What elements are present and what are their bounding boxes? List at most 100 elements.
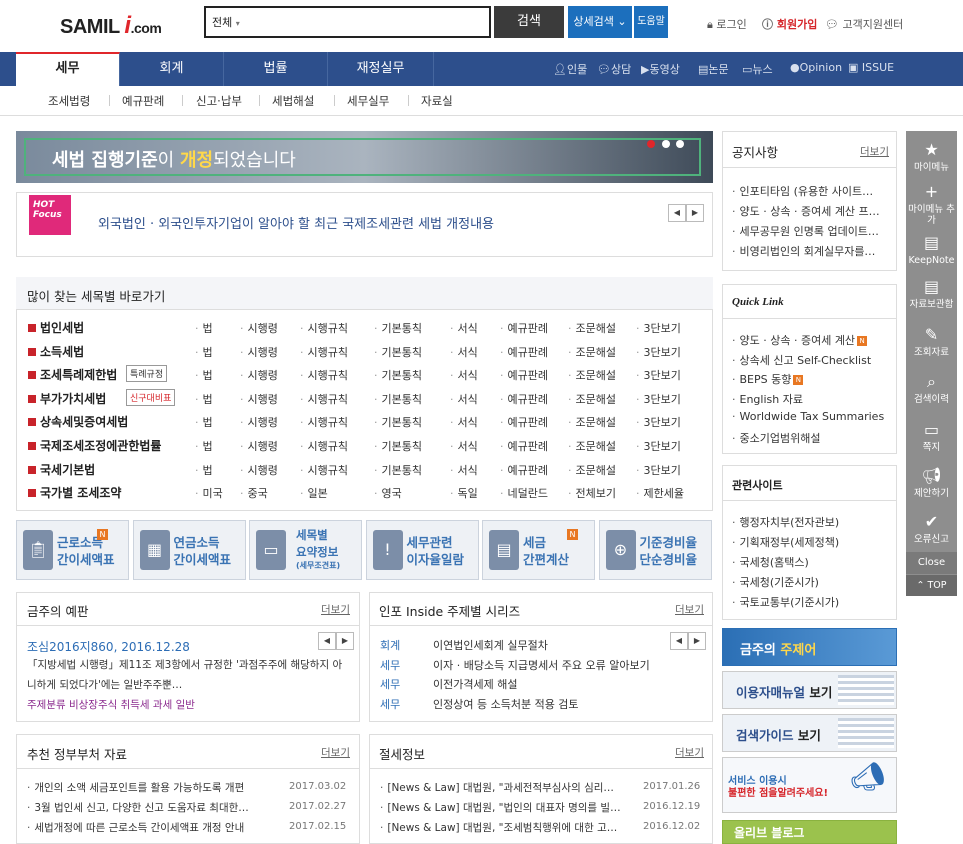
search-scope-select[interactable]: 전체 ▾ (204, 6, 491, 38)
quick-sidebar-close[interactable]: Close (906, 552, 957, 574)
tax-link[interactable]: 서식 (450, 391, 478, 407)
inside-series-item[interactable]: 이연법인세회계 실무절차 (433, 637, 548, 653)
tax-link[interactable]: 3단보기 (636, 462, 681, 478)
subnav-tax-laws[interactable]: 조세법령 (48, 93, 90, 109)
nav-issue[interactable]: ▣ ISSUE (848, 61, 894, 74)
tax-link[interactable]: 서식 (450, 367, 478, 383)
quick-side-0[interactable]: ★ 마이메뉴 (906, 140, 957, 173)
tax-link[interactable]: 시행규칙 (300, 414, 348, 430)
quick-link-item[interactable]: 상속세 신고 Self-Checklist (732, 352, 872, 368)
gov-docs-more[interactable]: 더보기 (321, 745, 350, 760)
login-link[interactable]: 🔒︎ 로그인 (707, 16, 747, 32)
back-to-top-button[interactable]: ⌃ TOP (906, 575, 957, 596)
nav-opinion[interactable]: ●Opinion (790, 61, 842, 74)
tax-link[interactable]: 법 (195, 414, 213, 430)
banner-dot-active[interactable] (647, 140, 655, 148)
tax-link[interactable]: 기본통칙 (374, 414, 422, 430)
related-site-item[interactable]: 국토교통부(기준시가) (732, 594, 840, 610)
tax-link[interactable]: 기본통칙 (374, 462, 422, 478)
notice-item[interactable]: 비영리법인의 회계실무자를… (732, 243, 876, 259)
join-link[interactable]: ⓘ 회원가입 (762, 16, 817, 32)
tax-link[interactable]: 시행규칙 (300, 344, 348, 360)
related-site-item[interactable]: 행정자치부(전자관보) (732, 514, 840, 530)
tax-link[interactable]: 3단보기 (636, 344, 681, 360)
quick-icon-0[interactable]: 📋︎ 근로소득 간이세액표 N (16, 520, 129, 580)
tax-link[interactable]: 3단보기 (636, 414, 681, 430)
tax-link[interactable]: 3단보기 (636, 367, 681, 383)
tax-link[interactable]: 3단보기 (636, 320, 681, 336)
tax-link[interactable]: 시행규칙 (300, 320, 348, 336)
inside-series-more[interactable]: 더보기 (675, 602, 704, 617)
prev-arrow-icon[interactable]: ◀ (668, 204, 686, 222)
next-arrow-icon[interactable]: ▶ (688, 632, 706, 650)
tax-link[interactable]: 예규판례 (500, 344, 548, 360)
gov-doc-item[interactable]: 세법개정에 따른 근로소득 간이세액표 개정 안내 (27, 820, 244, 835)
weekly-case-desc-line1[interactable]: 「지방세법 시행령」제11조 제3항에서 규정한 '과점주주에 해당하지 아 (27, 657, 342, 672)
tax-link[interactable]: 시행령 (240, 414, 278, 430)
tax-link[interactable]: 예규판례 (500, 462, 548, 478)
tax-link[interactable]: 조문해설 (568, 462, 616, 478)
quick-side-8[interactable]: ✔ 오류신고 (906, 512, 957, 545)
tax-link[interactable]: 서식 (450, 414, 478, 430)
tax-link[interactable]: 예규판례 (500, 414, 548, 430)
tax-link[interactable]: 기본통칙 (374, 344, 422, 360)
tax-link[interactable]: 조문해설 (568, 438, 616, 454)
tax-link[interactable]: 조문해설 (568, 391, 616, 407)
quick-side-5[interactable]: ⌕ 검색이력 (906, 372, 957, 405)
tax-link[interactable]: 서식 (450, 344, 478, 360)
quick-link-item[interactable]: English 자료 (732, 391, 803, 407)
tax-link[interactable]: 예규판례 (500, 438, 548, 454)
tax-name-0[interactable]: 법인세법 (28, 319, 84, 336)
quick-side-1[interactable]: + 마이메뉴 추가 (906, 182, 957, 226)
tax-link[interactable]: 시행령 (240, 391, 278, 407)
quick-side-4[interactable]: ✎ 조회자료 (906, 325, 957, 358)
tax-link[interactable]: 시행규칙 (300, 367, 348, 383)
tax-badge-3[interactable]: 신구대비표 (126, 388, 176, 406)
quick-icon-4[interactable]: ▤ 세금 간편계산 N (482, 520, 595, 580)
tax-link[interactable]: 시행규칙 (300, 462, 348, 478)
tax-link[interactable]: 조문해설 (568, 320, 616, 336)
tax-link[interactable]: 시행규칙 (300, 391, 348, 407)
tax-name-5[interactable]: 국제조세조정에관한법률 (28, 437, 161, 454)
tax-link[interactable]: 예규판례 (500, 367, 548, 383)
related-site-item[interactable]: 기획재정부(세제정책) (732, 534, 840, 550)
weekly-case-more[interactable]: 더보기 (321, 602, 350, 617)
nav-papers[interactable]: ▤논문 (698, 61, 729, 77)
tax-link[interactable]: 전체보기 (568, 485, 616, 501)
tab-accounting[interactable]: 회계 (120, 52, 224, 86)
quick-icon-3[interactable]: ! 세무관련 이자율일람 (365, 520, 479, 580)
tax-link[interactable]: 시행령 (240, 320, 278, 336)
tax-link[interactable]: 기본통칙 (374, 438, 422, 454)
notice-item[interactable]: 인포티타임 (유용한 사이트… (732, 183, 874, 199)
quick-icon-1[interactable]: ▦ 연금소득 간이세액표 (132, 520, 246, 580)
tax-link[interactable]: 서식 (450, 462, 478, 478)
quick-link-item[interactable]: 중소기업범위해설 (732, 430, 821, 446)
inside-series-item[interactable]: 이전가격세제 해설 (433, 676, 517, 692)
tax-link[interactable]: 시행령 (240, 344, 278, 360)
tax-link[interactable]: 일본 (300, 485, 328, 501)
notice-more[interactable]: 더보기 (860, 144, 889, 159)
subnav-filing[interactable]: 신고·납부 (196, 93, 242, 109)
tax-link[interactable]: 법 (195, 462, 213, 478)
tax-saving-item[interactable]: [News & Law] 대법원, "법인의 대표자 명의를 빌… (380, 800, 620, 815)
inside-series-item[interactable]: 인정상여 등 소득처분 적용 검토 (433, 696, 579, 712)
subnav-archive[interactable]: 자료실 (421, 93, 453, 109)
quick-icon-5[interactable]: ⊕ 기준경비율 단순경비율 (598, 520, 712, 580)
tax-link[interactable]: 조문해설 (568, 344, 616, 360)
tax-link[interactable]: 독일 (450, 485, 478, 501)
quick-link-item[interactable]: Worldwide Tax Summaries (732, 410, 885, 423)
tax-link[interactable]: 조문해설 (568, 414, 616, 430)
quick-side-7[interactable]: 📢︎ 제안하기 (906, 466, 957, 499)
tax-saving-more[interactable]: 더보기 (675, 745, 704, 760)
tax-name-7[interactable]: 국가별 조세조약 (28, 484, 121, 501)
tax-link[interactable]: 법 (195, 344, 213, 360)
next-arrow-icon[interactable]: ▶ (686, 204, 704, 222)
tax-link[interactable]: 시행규칙 (300, 438, 348, 454)
tax-link[interactable]: 예규판례 (500, 391, 548, 407)
tax-link[interactable]: 제한세율 (636, 485, 684, 501)
nav-video[interactable]: ▶동영상 (641, 61, 680, 77)
tax-link[interactable]: 조문해설 (568, 367, 616, 383)
banner-dot[interactable] (662, 140, 670, 148)
quick-side-3[interactable]: ▤ 자료보관함 (906, 277, 957, 310)
tax-link[interactable]: 법 (195, 438, 213, 454)
